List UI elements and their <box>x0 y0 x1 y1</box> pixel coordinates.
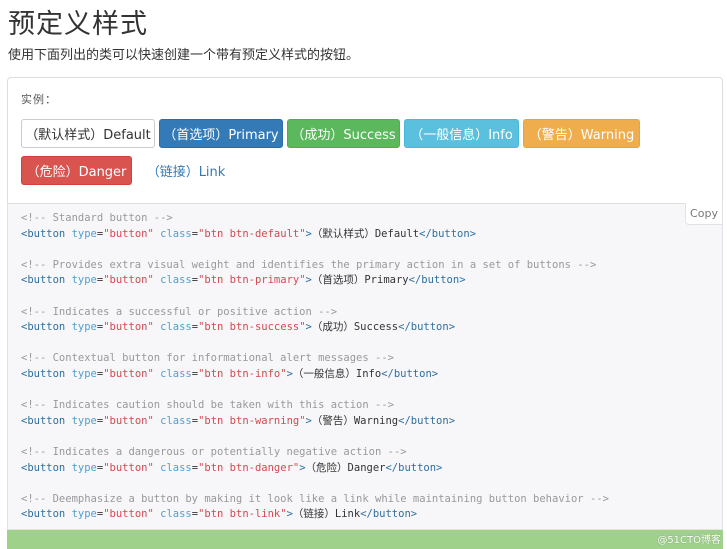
code-type-value: "button" <box>103 321 154 334</box>
code-tag-open: <button <box>21 367 66 380</box>
code-type-value: "button" <box>103 367 154 380</box>
code-comment-line: <!-- Indicates caution should be taken w… <box>21 398 394 412</box>
code-comment-line: <!-- Contextual button for informational… <box>21 351 394 365</box>
code-tag-open: <button <box>21 508 66 521</box>
code-attr-type: type <box>71 321 97 334</box>
code-type-value: "button" <box>103 227 154 240</box>
code-button-line: <button type="button" class="btn btn-suc… <box>21 321 456 334</box>
code-attr-class: class <box>160 414 192 427</box>
code-type-value: "button" <box>103 508 154 521</box>
code-attr-type: type <box>71 414 97 427</box>
code-comment-line: <!-- Provides extra visual weight and id… <box>21 258 596 272</box>
code-tag-open: <button <box>21 321 66 334</box>
code-tag-close: </button> <box>360 508 418 521</box>
code-button-text: （成功）Success <box>311 321 399 334</box>
code-class-value: "btn btn-default" <box>198 227 306 240</box>
link-button[interactable]: （链接）Link <box>136 156 236 185</box>
code-comment: <!-- Indicates a successful or positive … <box>21 305 338 318</box>
code-attr-class: class <box>160 367 192 380</box>
code-tag-open: <button <box>21 227 66 240</box>
code-comment: <!-- Deemphasize a button by making it l… <box>21 492 609 505</box>
code-comment: <!-- Contextual button for informational… <box>21 352 394 365</box>
code-button-text: （默认样式）Default <box>311 227 420 240</box>
code-class-value: "btn btn-link" <box>198 508 287 521</box>
code-comment-line: <!-- Deemphasize a button by making it l… <box>21 492 609 506</box>
code-comment: <!-- Provides extra visual weight and id… <box>21 258 597 271</box>
code-tag-close: </button> <box>398 414 456 427</box>
code-class-value: "btn btn-success" <box>198 321 306 334</box>
code-attr-type: type <box>71 274 97 287</box>
footer-bar <box>7 530 723 549</box>
code-attr-class: class <box>160 508 192 521</box>
code-comment-line: <!-- Indicates a successful or positive … <box>21 305 337 319</box>
code-attr-type: type <box>71 367 97 380</box>
page-title: 预定义样式 <box>8 9 148 40</box>
default-button[interactable]: （默认样式）Default <box>21 119 155 148</box>
code-class-value: "btn btn-warning" <box>198 414 306 427</box>
success-button[interactable]: （成功）Success <box>287 119 400 148</box>
page-description: 使用下面列出的类可以快速创建一个带有预定义样式的按钮。 <box>8 48 360 63</box>
code-comment: <!-- Indicates a dangerous or potentiall… <box>21 446 407 458</box>
code-class-value: "btn btn-info" <box>198 367 287 380</box>
code-class-value: "btn btn-danger" <box>198 461 300 474</box>
watermark: @51CTO博客 <box>657 535 721 546</box>
code-comment: <!-- Indicates caution should be taken w… <box>21 399 394 412</box>
code-type-value: "button" <box>103 414 154 427</box>
code-attr-type: type <box>71 227 97 240</box>
code-button-line: <button type="button" class="btn btn-def… <box>21 227 477 240</box>
code-button-line: <button type="button" class="btn btn-lin… <box>21 508 418 521</box>
code-attr-class: class <box>160 461 192 474</box>
example-label: 实例： <box>21 93 57 106</box>
code-tag-open: <button <box>21 274 66 287</box>
code-button-line: <button type="button" class="btn btn-pri… <box>21 274 466 287</box>
code-button-line: <button type="button" class="btn btn-inf… <box>21 367 439 380</box>
code-attr-class: class <box>160 274 192 287</box>
code-comment: <!-- Standard button --> <box>21 212 173 224</box>
code-tag-close: </button> <box>419 227 477 240</box>
code-tag-close: </button> <box>408 274 466 287</box>
code-type-value: "button" <box>103 274 154 287</box>
code-comment-line: <!-- Standard button --> <box>21 211 173 225</box>
code-attr-type: type <box>71 461 97 474</box>
warning-button[interactable]: （警告）Warning <box>523 119 640 148</box>
danger-button[interactable]: （危险）Danger <box>21 156 132 185</box>
code-tag-close: </button> <box>398 321 456 334</box>
code-attr-class: class <box>160 227 192 240</box>
code-button-line: <button type="button" class="btn btn-dan… <box>21 461 443 474</box>
code-button-text: （一般信息）Info <box>292 367 382 380</box>
code-attr-type: type <box>71 508 97 521</box>
code-button-text: （链接）Link <box>292 508 361 521</box>
code-type-value: "button" <box>103 461 154 474</box>
primary-button[interactable]: （首选项）Primary <box>159 119 283 148</box>
code-button-text: （首选项）Primary <box>311 274 409 287</box>
code-comment-line: <!-- Indicates a dangerous or potentiall… <box>21 445 407 459</box>
code-class-value: "btn btn-primary" <box>198 274 306 287</box>
code-tag-close: </button> <box>385 461 443 474</box>
info-button[interactable]: （一般信息）Info <box>404 119 519 148</box>
copy-button[interactable]: Copy <box>685 203 723 225</box>
code-attr-class: class <box>160 321 192 334</box>
code-tag-close: </button> <box>381 367 439 380</box>
code-button-line: <button type="button" class="btn btn-war… <box>21 414 456 427</box>
code-tag-open: <button <box>21 414 66 427</box>
code-tag-open: <button <box>21 461 66 474</box>
code-button-text: （警告）Warning <box>311 414 399 427</box>
code-button-text: （危险）Danger <box>305 461 386 474</box>
